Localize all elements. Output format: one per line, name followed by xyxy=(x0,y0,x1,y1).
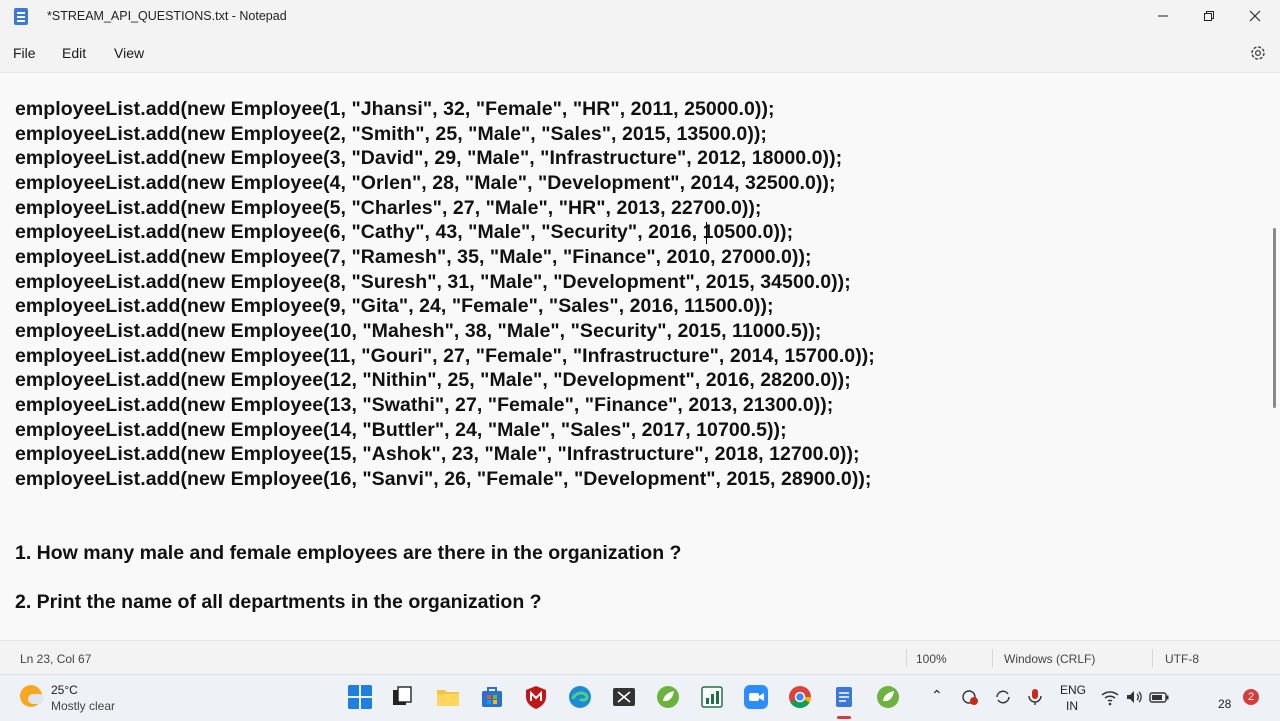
clock[interactable]: 28 xyxy=(1218,697,1231,711)
keyboard-region: IN xyxy=(1066,699,1078,713)
battery-icon[interactable] xyxy=(1148,687,1170,707)
code-line: employeeList.add(new Employee(8, "Suresh… xyxy=(15,271,851,293)
menu-edit[interactable]: Edit xyxy=(62,45,86,61)
question-line: 2. Print the name of all departments in … xyxy=(15,591,542,613)
weather-icon xyxy=(20,685,44,707)
active-app-indicator xyxy=(837,716,851,719)
code-line: employeeList.add(new Employee(12, "Nithi… xyxy=(15,369,851,391)
language-indicator[interactable]: ENG xyxy=(1060,683,1086,697)
notepad-icon xyxy=(14,8,28,25)
minimize-icon xyxy=(1158,15,1168,17)
code-line: employeeList.add(new Employee(11, "Gouri… xyxy=(15,345,875,367)
window-title: *STREAM_API_QUESTIONS.txt - Notepad xyxy=(47,9,287,23)
network-alert-icon[interactable] xyxy=(960,687,980,707)
question-line: 1. How many male and female employees ar… xyxy=(15,542,682,564)
code-line: employeeList.add(new Employee(7, "Ramesh… xyxy=(15,246,812,268)
menu-view[interactable]: View xyxy=(114,45,144,61)
code-line: employeeList.add(new Employee(2, "Smith"… xyxy=(15,123,767,145)
sync-icon[interactable] xyxy=(993,687,1013,707)
taskbar: 25°C Mostly clear ⌃ ENG IN 28 2 xyxy=(0,674,1280,721)
restore-icon xyxy=(1204,11,1214,21)
maximize-button[interactable] xyxy=(1186,0,1232,32)
title-bar: *STREAM_API_QUESTIONS.txt - Notepad xyxy=(0,0,1280,34)
text-editor[interactable]: employeeList.add(new Employee(1, "Jhansi… xyxy=(0,73,1268,640)
snipping-tool-icon[interactable] xyxy=(611,684,637,710)
vertical-scrollbar[interactable] xyxy=(1268,73,1280,640)
code-line: employeeList.add(new Employee(16, "Sanvi… xyxy=(15,468,872,490)
zoom-app-icon[interactable] xyxy=(743,684,769,710)
notepad-taskbar-icon[interactable] xyxy=(831,684,857,710)
encoding[interactable]: UTF-8 xyxy=(1165,652,1199,666)
start-windows-icon[interactable] xyxy=(347,684,373,710)
minimize-button[interactable] xyxy=(1140,0,1186,32)
chrome-browser-icon[interactable] xyxy=(787,684,813,710)
cursor-position: Ln 23, Col 67 xyxy=(20,652,92,666)
weather-temperature: 25°C xyxy=(51,683,78,697)
microsoft-store-icon[interactable] xyxy=(479,684,505,710)
code-line: employeeList.add(new Employee(4, "Orlen"… xyxy=(15,172,836,194)
task-view-icon[interactable] xyxy=(389,684,415,710)
status-divider xyxy=(992,649,993,667)
microphone-icon[interactable] xyxy=(1025,687,1045,707)
close-icon xyxy=(1249,10,1261,22)
weather-description: Mostly clear xyxy=(51,699,116,713)
code-line: employeeList.add(new Employee(13, "Swath… xyxy=(15,394,834,416)
notification-badge[interactable]: 2 xyxy=(1243,689,1259,705)
zoom-level[interactable]: 100% xyxy=(916,652,947,666)
file-explorer-icon[interactable] xyxy=(435,684,461,710)
close-button[interactable] xyxy=(1232,0,1278,32)
spring-boot-icon[interactable] xyxy=(875,684,901,710)
edge-browser-icon[interactable] xyxy=(567,684,593,710)
code-line: employeeList.add(new Employee(14, "Buttl… xyxy=(15,419,787,441)
spring-tool-icon[interactable] xyxy=(655,684,681,710)
status-divider xyxy=(1152,649,1153,667)
code-line: employeeList.add(new Employee(15, "Ashok… xyxy=(15,443,860,465)
excel-chart-icon[interactable] xyxy=(699,684,725,710)
settings-gear-icon[interactable] xyxy=(1248,43,1268,63)
code-line: employeeList.add(new Employee(3, "David"… xyxy=(15,147,843,169)
status-divider xyxy=(906,649,907,667)
scrollbar-thumb[interactable] xyxy=(1273,228,1276,408)
menu-bar: File Edit View xyxy=(0,34,1280,73)
code-line: employeeList.add(new Employee(10, "Mahes… xyxy=(15,320,822,342)
status-bar: Ln 23, Col 67 100% Windows (CRLF) UTF-8 xyxy=(0,640,1280,675)
chevron-up-icon[interactable]: ⌃ xyxy=(931,687,943,704)
code-line: employeeList.add(new Employee(6, "Cathy"… xyxy=(15,221,794,243)
mcafee-shield-icon[interactable] xyxy=(523,684,549,710)
line-ending[interactable]: Windows (CRLF) xyxy=(1004,652,1095,666)
volume-icon[interactable] xyxy=(1124,687,1144,707)
code-line: employeeList.add(new Employee(1, "Jhansi… xyxy=(15,98,775,120)
code-line: employeeList.add(new Employee(9, "Gita",… xyxy=(15,295,774,317)
text-caret xyxy=(706,222,707,244)
menu-file[interactable]: File xyxy=(13,45,36,61)
code-line: employeeList.add(new Employee(5, "Charle… xyxy=(15,197,762,219)
wifi-icon[interactable] xyxy=(1100,687,1120,707)
